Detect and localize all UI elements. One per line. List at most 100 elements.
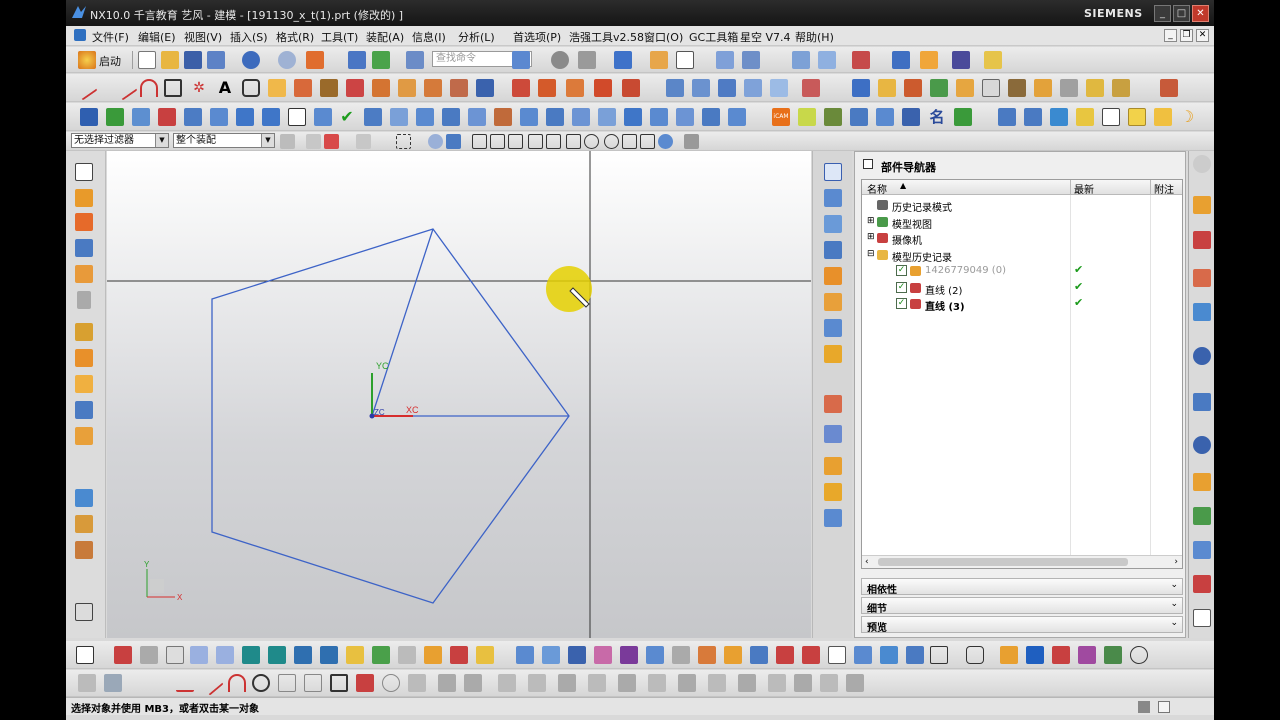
part-navigator-icon[interactable] <box>1193 269 1211 287</box>
palette-icon[interactable] <box>1193 473 1211 491</box>
tool-x-icon[interactable] <box>876 108 894 126</box>
sphere-icon[interactable] <box>75 265 93 283</box>
reuse-library-icon[interactable] <box>1193 303 1211 321</box>
horizontal-scrollbar[interactable]: ‹ › <box>862 555 1182 568</box>
roles-icon[interactable] <box>1193 609 1211 627</box>
snap-mid-icon[interactable] <box>508 134 523 149</box>
sketch-rectangle-icon[interactable] <box>330 674 348 692</box>
navigator-pin-icon[interactable] <box>863 159 873 169</box>
polygon-icon[interactable] <box>242 79 260 97</box>
tool-13-icon[interactable] <box>828 646 846 664</box>
offset-face-icon[interactable] <box>1112 79 1130 97</box>
measure-distance-icon[interactable] <box>140 646 158 664</box>
cone-icon[interactable] <box>75 239 93 257</box>
view-top-icon[interactable] <box>824 189 842 207</box>
split-body-icon[interactable] <box>1034 79 1052 97</box>
assembly-scope-dropdown[interactable]: 整个装配 ▼ <box>173 133 275 148</box>
tool-t-icon[interactable] <box>728 108 746 126</box>
download-icon[interactable] <box>80 108 98 126</box>
tool-1-icon[interactable] <box>516 646 534 664</box>
tool-3-icon[interactable] <box>568 646 586 664</box>
sketch-relation-icon[interactable] <box>618 674 636 692</box>
hex-tool-icon[interactable] <box>966 646 984 664</box>
tool-v-icon[interactable] <box>824 108 842 126</box>
view-back-icon[interactable] <box>824 345 842 363</box>
move-up-icon[interactable] <box>294 646 312 664</box>
analysis-icon[interactable] <box>952 51 970 69</box>
chamfer-icon[interactable] <box>956 79 974 97</box>
system-materials-icon[interactable] <box>1193 507 1211 525</box>
basic-curve-icon[interactable] <box>112 75 138 101</box>
sketch-constraint-icon[interactable] <box>588 674 606 692</box>
rect-tool-icon[interactable] <box>930 646 948 664</box>
menu-analysis[interactable]: 分析(L) <box>458 29 495 45</box>
tool-17-icon[interactable] <box>1000 646 1018 664</box>
intersect-icon[interactable] <box>904 79 922 97</box>
doc-close-button[interactable]: ✕ <box>1196 29 1209 42</box>
save-icon[interactable] <box>184 51 202 69</box>
zoom-icon[interactable] <box>742 51 760 69</box>
tool-19-icon[interactable] <box>1052 646 1070 664</box>
draft-icon[interactable] <box>982 79 1000 97</box>
intersect-curve-icon[interactable] <box>320 79 338 97</box>
tool-8-icon[interactable] <box>698 646 716 664</box>
law-curve-icon[interactable] <box>622 79 640 97</box>
layer-icon[interactable] <box>792 51 810 69</box>
arc-icon[interactable] <box>140 79 158 97</box>
extrude-icon[interactable] <box>666 79 684 97</box>
tool-u-icon[interactable] <box>798 108 816 126</box>
snap-existing-icon[interactable] <box>622 134 637 149</box>
feature-checkbox[interactable]: ✓ <box>896 281 907 293</box>
rectangle-icon[interactable] <box>164 79 182 97</box>
tool-9-icon[interactable] <box>724 646 742 664</box>
scrollbar-thumb[interactable] <box>878 558 1128 566</box>
pan-icon[interactable] <box>650 51 668 69</box>
feature-checkbox[interactable]: ✓ <box>896 298 907 309</box>
expand-icon[interactable]: ⊞ <box>867 232 875 242</box>
view-iso-icon[interactable] <box>824 241 842 259</box>
tool-p-icon[interactable] <box>624 108 642 126</box>
icam-icon[interactable]: iCAM <box>772 108 790 126</box>
tool-14-icon[interactable] <box>854 646 872 664</box>
clock-icon[interactable] <box>1193 436 1211 454</box>
minimize-button[interactable]: _ <box>1154 5 1171 22</box>
panel-preview[interactable]: 预览 ⌄ <box>861 616 1183 634</box>
tool-n-icon[interactable] <box>572 108 590 126</box>
doc-restore-button[interactable]: ❐ <box>1180 29 1193 42</box>
menu-window[interactable]: 窗口(O) <box>644 29 683 45</box>
hole-icon[interactable] <box>770 79 788 97</box>
sketch-point-icon[interactable] <box>356 674 374 692</box>
tool-o-icon[interactable] <box>598 108 616 126</box>
view-trimetric-icon[interactable] <box>824 267 842 285</box>
color-filter-icon[interactable] <box>324 134 339 149</box>
isoparametric-curve-icon[interactable] <box>538 79 556 97</box>
new-file-icon[interactable] <box>138 51 156 69</box>
sketch-extend-icon[interactable] <box>464 674 482 692</box>
view-right-icon[interactable] <box>824 215 842 233</box>
menu-preferences[interactable]: 首选项(P) <box>513 29 561 45</box>
open-folder-icon[interactable] <box>161 51 179 69</box>
cut-icon[interactable] <box>348 51 366 69</box>
color-b-icon[interactable] <box>372 646 390 664</box>
tool-m-icon[interactable] <box>546 108 564 126</box>
sketch-tool-b-icon[interactable] <box>678 674 696 692</box>
menu-info[interactable]: 信息(I) <box>412 29 446 45</box>
pmi-icon[interactable] <box>114 646 132 664</box>
tool-12-icon[interactable] <box>802 646 820 664</box>
snap-view-icon[interactable] <box>551 51 569 69</box>
menu-assembly[interactable]: 装配(A) <box>366 29 404 45</box>
close-button[interactable]: ✕ <box>1192 5 1209 22</box>
move-down-icon[interactable] <box>320 646 338 664</box>
snap-face-icon[interactable] <box>658 134 673 149</box>
save-all-icon[interactable] <box>207 51 225 69</box>
arrow-right-icon[interactable] <box>216 646 234 664</box>
scroll-left-icon[interactable]: ‹ <box>865 557 869 567</box>
shade-icon[interactable] <box>824 457 842 475</box>
tool-7-icon[interactable] <box>672 646 690 664</box>
fillet-curve-icon[interactable] <box>450 79 468 97</box>
sketch-plane-icon[interactable] <box>75 489 93 507</box>
tool-b-icon[interactable] <box>210 108 228 126</box>
web-browser-icon[interactable] <box>1193 347 1211 365</box>
check-icon[interactable]: ✔ <box>338 108 356 126</box>
color-a-icon[interactable] <box>346 646 364 664</box>
